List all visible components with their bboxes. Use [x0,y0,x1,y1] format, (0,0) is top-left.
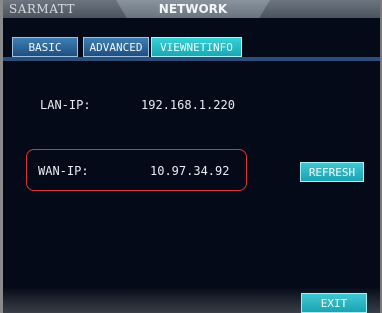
tab-underline [3,57,380,61]
tab-viewnetinfo[interactable]: VIEWNETINFO [151,37,242,57]
wan-ip-label: WAN-IP: [38,164,89,178]
network-screen: SARMATT NETWORK BASIC ADVANCED VIEWNETIN… [0,0,382,313]
lan-ip-label: LAN-IP: [40,98,91,112]
tab-advanced[interactable]: ADVANCED [83,37,149,57]
brand-logo: SARMATT [9,2,75,16]
lan-ip-value: 192.168.1.220 [141,98,235,112]
page-title: NETWORK [158,2,228,16]
refresh-button[interactable]: REFRESH [300,162,364,182]
exit-button[interactable]: EXIT [301,293,367,313]
tab-basic[interactable]: BASIC [12,37,78,57]
wan-ip-value: 10.97.34.92 [150,164,230,178]
